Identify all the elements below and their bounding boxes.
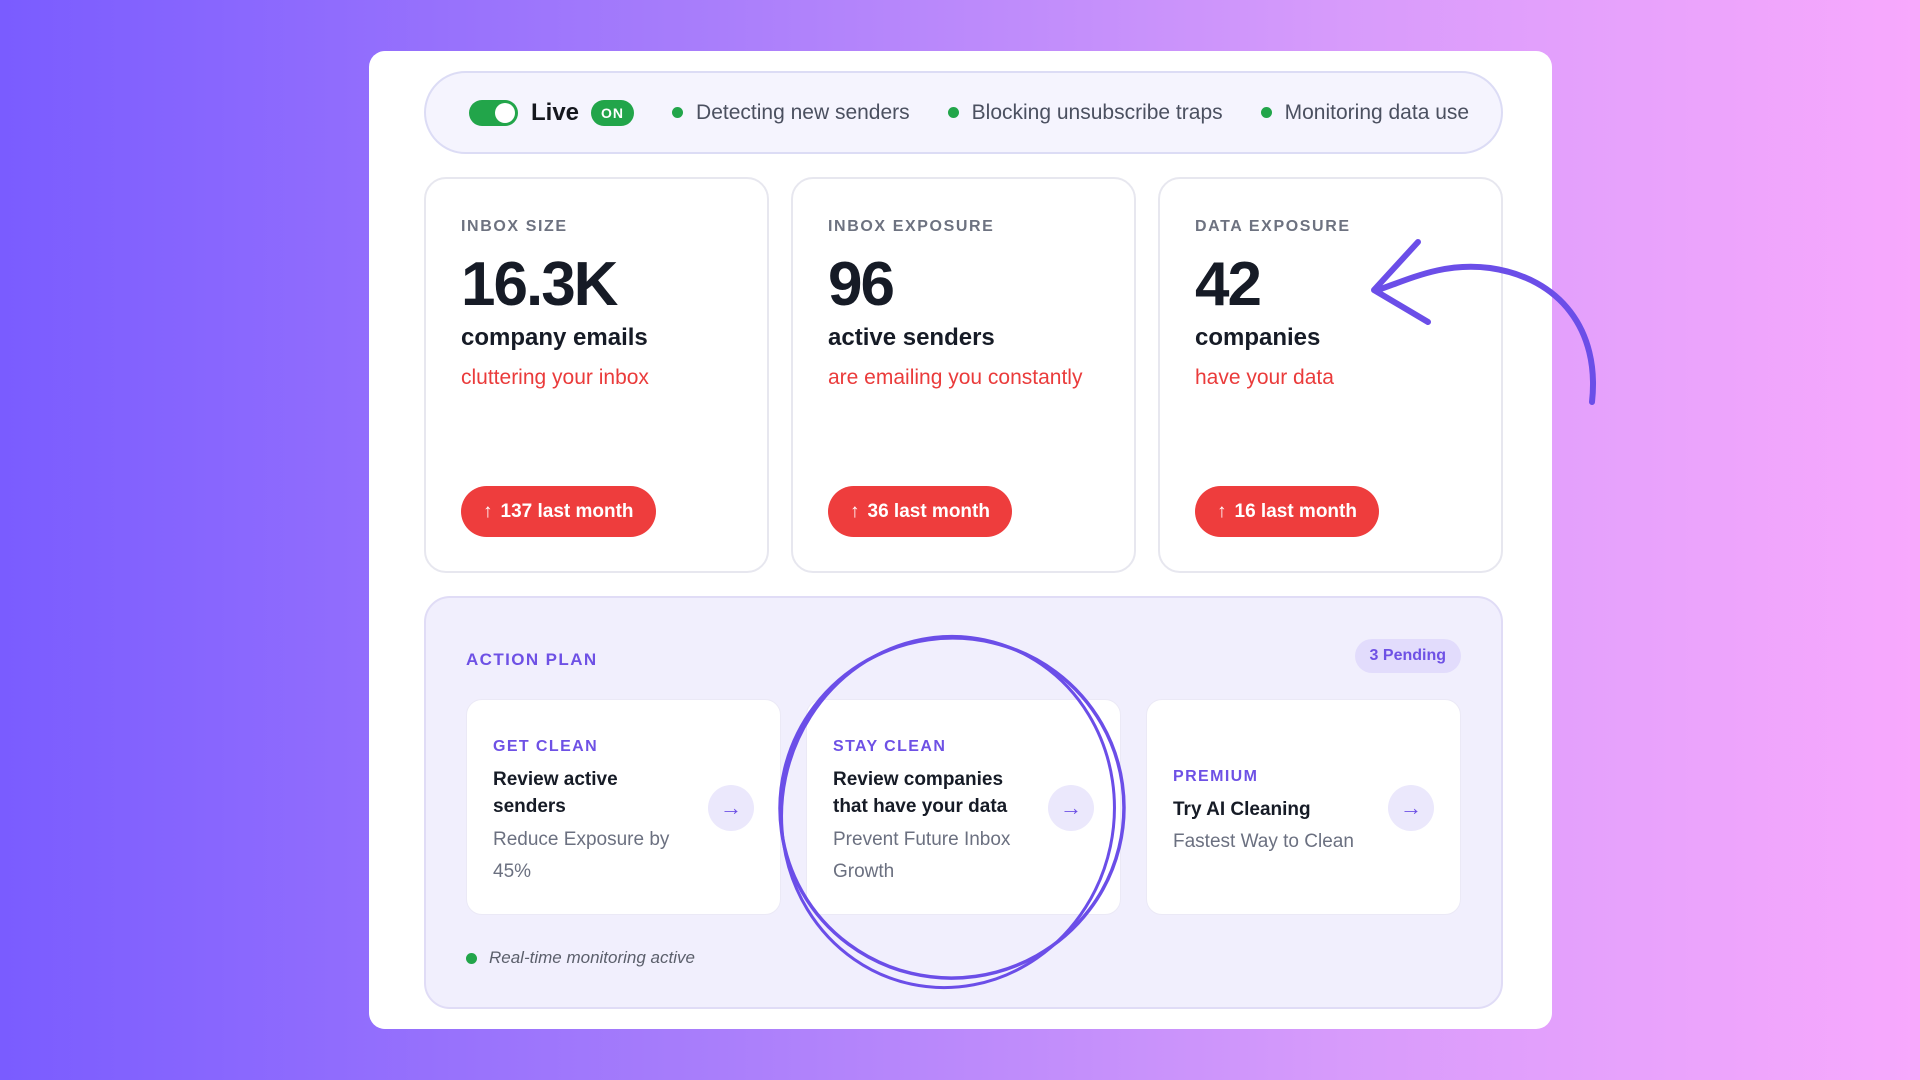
realtime-monitoring-note: Real-time monitoring active bbox=[466, 948, 695, 968]
trend-pill[interactable]: ↑ 36 last month bbox=[828, 486, 1012, 537]
stat-label: INBOX SIZE bbox=[461, 218, 568, 235]
stat-description: have your data bbox=[1195, 366, 1334, 389]
stat-value: 42 bbox=[1195, 250, 1262, 319]
pending-badge: 3 Pending bbox=[1354, 639, 1461, 673]
action-card-tag: STAY CLEAN bbox=[833, 738, 947, 755]
action-card-get-clean[interactable]: GET CLEAN Review active senders Reduce E… bbox=[466, 699, 781, 915]
stat-card-inbox-size: INBOX SIZE 16.3K company emails clutteri… bbox=[424, 177, 769, 573]
realtime-monitoring-label: Real-time monitoring active bbox=[489, 948, 695, 967]
toggle-knob bbox=[495, 102, 515, 123]
status-item-blocking: Blocking unsubscribe traps bbox=[947, 100, 1223, 125]
trend-pill[interactable]: ↑ 137 last month bbox=[461, 486, 656, 537]
stat-label: DATA EXPOSURE bbox=[1195, 218, 1351, 235]
stat-label: INBOX EXPOSURE bbox=[828, 218, 995, 235]
status-dot-icon bbox=[1260, 107, 1272, 118]
trend-label: 16 last month bbox=[1234, 500, 1357, 522]
stat-unit: company emails bbox=[461, 324, 648, 351]
status-item-label: Monitoring data use bbox=[1284, 100, 1470, 124]
action-card-title: Try AI Cleaning bbox=[1173, 799, 1311, 820]
action-card-stay-clean[interactable]: STAY CLEAN Review companies that have yo… bbox=[806, 699, 1121, 915]
action-card-title: Review companies that have your data bbox=[833, 769, 1008, 817]
dashboard-panel: Live ON Detecting new senders Blocking u… bbox=[369, 51, 1552, 1029]
status-dot-icon bbox=[947, 107, 959, 118]
live-toggle[interactable] bbox=[469, 99, 518, 126]
action-card-subtitle: Reduce Exposure by 45% bbox=[493, 829, 670, 882]
stat-unit: companies bbox=[1195, 324, 1321, 351]
arrow-right-icon[interactable]: → bbox=[1388, 785, 1434, 831]
action-card-tag: GET CLEAN bbox=[493, 738, 599, 755]
status-item-monitoring: Monitoring data use bbox=[1260, 100, 1470, 125]
stat-card-data-exposure: DATA EXPOSURE 42 companies have your dat… bbox=[1158, 177, 1503, 573]
trend-label: 137 last month bbox=[500, 500, 634, 522]
status-item-detecting: Detecting new senders bbox=[672, 101, 910, 125]
on-badge: ON bbox=[591, 99, 635, 126]
stat-description: are emailing you constantly bbox=[828, 366, 1083, 389]
live-label: Live bbox=[531, 98, 580, 126]
arrow-up-icon: ↑ bbox=[1217, 500, 1227, 522]
action-card-subtitle: Fastest Way to Clean bbox=[1173, 831, 1354, 852]
stat-unit: active senders bbox=[828, 324, 995, 351]
action-plan-title: ACTION PLAN bbox=[466, 650, 598, 669]
action-card-premium[interactable]: PREMIUM Try AI Cleaning Fastest Way to C… bbox=[1146, 699, 1461, 915]
status-dot-icon bbox=[466, 952, 477, 964]
live-status-bar: Live ON Detecting new senders Blocking u… bbox=[424, 71, 1503, 154]
arrow-up-icon: ↑ bbox=[483, 500, 493, 522]
arrow-right-icon[interactable]: → bbox=[708, 785, 754, 831]
arrow-right-icon[interactable]: → bbox=[1048, 785, 1094, 831]
trend-label: 36 last month bbox=[867, 500, 990, 522]
stat-value: 96 bbox=[828, 250, 895, 319]
arrow-up-icon: ↑ bbox=[850, 500, 860, 522]
status-dot-icon bbox=[672, 107, 684, 118]
action-card-tag: PREMIUM bbox=[1173, 768, 1259, 785]
action-card-subtitle: Prevent Future Inbox Growth bbox=[833, 829, 1011, 882]
stat-value: 16.3K bbox=[461, 250, 618, 319]
action-plan-section: ACTION PLAN 3 Pending GET CLEAN Review a… bbox=[424, 596, 1503, 1009]
trend-pill[interactable]: ↑ 16 last month bbox=[1195, 486, 1379, 537]
action-card-title: Review active senders bbox=[493, 769, 618, 817]
stat-card-inbox-exposure: INBOX EXPOSURE 96 active senders are ema… bbox=[791, 177, 1136, 573]
status-item-label: Blocking unsubscribe traps bbox=[971, 100, 1223, 124]
status-item-label: Detecting new senders bbox=[696, 100, 910, 124]
stat-description: cluttering your inbox bbox=[461, 366, 649, 389]
